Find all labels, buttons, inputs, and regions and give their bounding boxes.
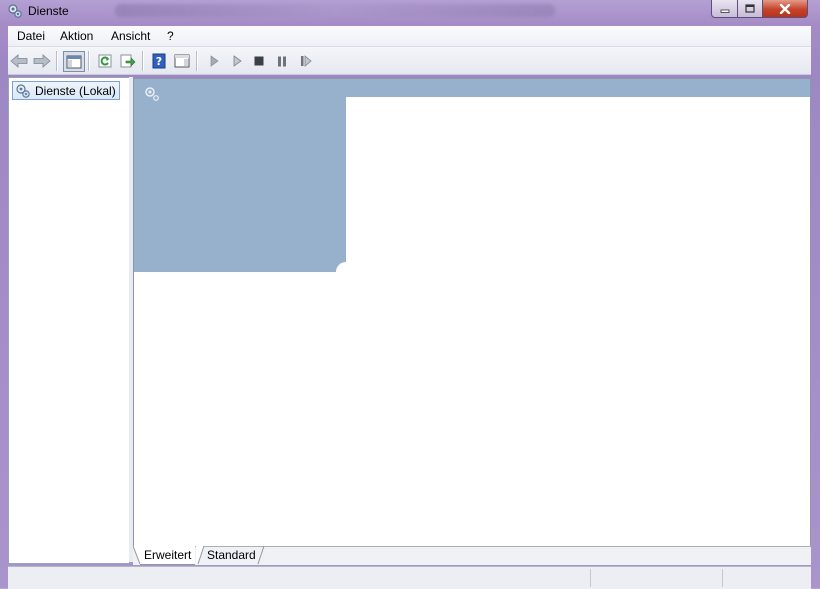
tab-standard[interactable]: Standard (205, 546, 258, 563)
menu-help[interactable]: ? (167, 29, 174, 43)
play-outline-icon (233, 55, 242, 67)
caption-buttons (711, 0, 808, 18)
status-cell (590, 569, 721, 587)
tab-standard-label: Standard (207, 547, 256, 562)
close-icon (779, 3, 791, 14)
toolbar: ? (8, 47, 811, 75)
toolbar-separator (142, 51, 144, 71)
maximize-icon (745, 4, 755, 13)
forward-button[interactable] (32, 51, 52, 71)
pause-icon (278, 56, 286, 66)
maximize-button[interactable] (738, 0, 763, 18)
help-icon: ? (152, 53, 166, 69)
minimize-button[interactable] (711, 0, 738, 18)
tab-edge (257, 546, 265, 565)
menu-aktion[interactable]: Aktion (60, 29, 93, 43)
service-description-panel (134, 79, 346, 272)
play-icon (210, 55, 219, 67)
console-tree: Dienste (Lokal) (8, 77, 130, 564)
toolbar-separator (196, 51, 198, 71)
refresh-icon (98, 54, 112, 68)
services-gear-icon (8, 4, 22, 18)
show-console-tree-button[interactable] (63, 51, 85, 72)
show-action-pane-button[interactable] (172, 51, 192, 71)
tree-node-dienste-lokal[interactable]: Dienste (Lokal) (12, 81, 120, 100)
toolbar-separator (56, 51, 58, 71)
action-pane-icon (174, 54, 190, 68)
pause-service-button[interactable] (272, 51, 292, 71)
svg-text:?: ? (156, 55, 162, 68)
title-bar[interactable]: Dienste (0, 0, 820, 24)
refresh-button[interactable] (95, 51, 115, 71)
back-button[interactable] (9, 51, 29, 71)
window-title: Dienste (28, 4, 69, 18)
search-icon (145, 87, 159, 101)
arrow-left-icon (10, 54, 28, 68)
blurred-address (115, 4, 555, 17)
tab-erweitert-label: Erweitert (144, 548, 192, 562)
stop-icon (254, 56, 264, 66)
start-service-button[interactable] (204, 51, 224, 71)
stop-service-button[interactable] (249, 51, 269, 71)
arrow-right-icon (33, 54, 51, 68)
services-gear-icon (16, 83, 30, 98)
tab-erweitert[interactable]: Erweitert (140, 546, 196, 565)
console-tree-icon (66, 55, 82, 68)
view-tabs: Erweitert Standard (133, 546, 811, 565)
export-list-button[interactable] (118, 51, 138, 71)
tree-node-label: Dienste (Lokal) (35, 83, 116, 98)
menu-ansicht[interactable]: Ansicht (111, 29, 150, 43)
window-frame: Dienste Datei Aktion Ansicht ? ? Dienste… (0, 0, 820, 589)
export-icon (120, 54, 136, 68)
restart-icon (301, 55, 312, 67)
menu-datei[interactable]: Datei (17, 29, 45, 43)
start-service-alt-button[interactable] (227, 51, 247, 71)
help-button[interactable]: ? (149, 51, 169, 71)
status-cell (722, 569, 811, 587)
close-button[interactable] (763, 0, 808, 18)
toolbar-separator (88, 51, 90, 71)
minimize-icon (720, 9, 729, 13)
menu-bar: Datei Aktion Ansicht ? (8, 26, 811, 47)
restart-service-button[interactable] (296, 51, 316, 71)
status-bar (8, 566, 811, 589)
services-content-pane (133, 78, 811, 548)
